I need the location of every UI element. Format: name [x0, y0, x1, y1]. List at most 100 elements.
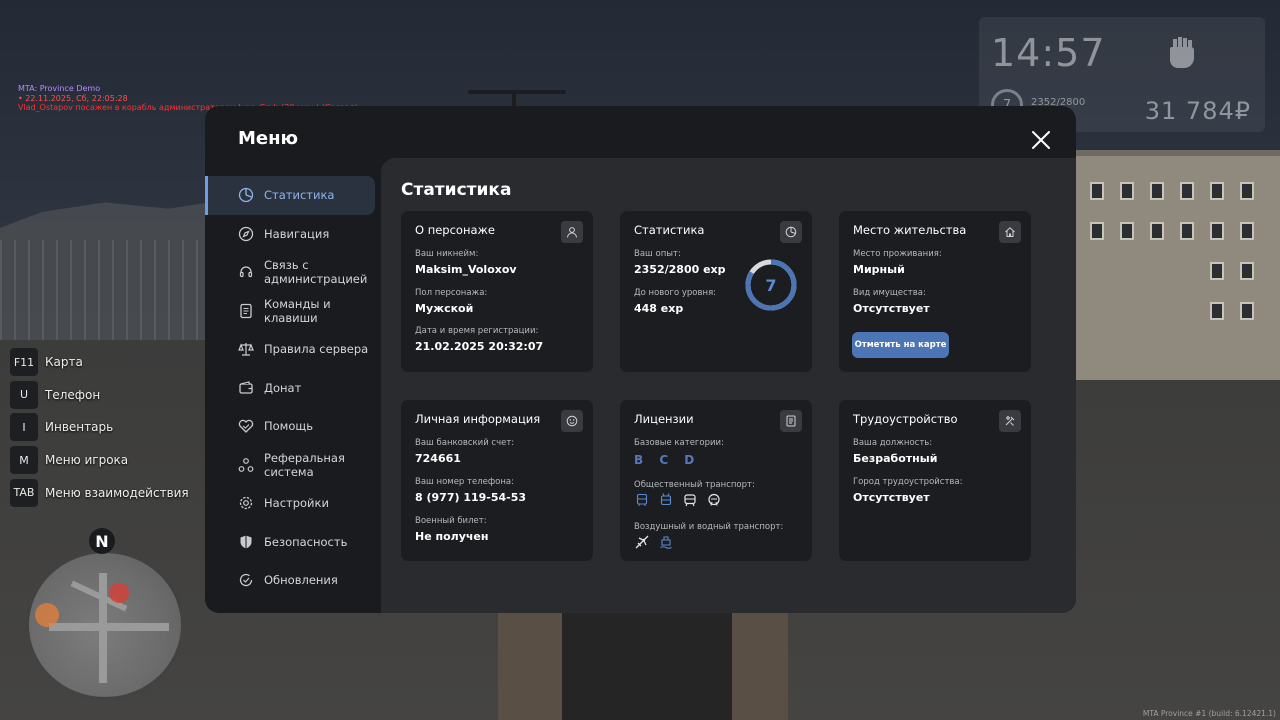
- hotkey-key: U: [10, 380, 38, 409]
- headset-icon: [237, 263, 255, 281]
- hotkey-player-menu[interactable]: M Меню игрока: [10, 444, 189, 477]
- level-progress-ring: 7: [745, 259, 797, 311]
- hotkey-inventory[interactable]: I Инвентарь: [10, 411, 189, 444]
- sidebar-item-label: Навигация: [264, 226, 330, 241]
- sidebar-item-commands[interactable]: Команды и клавиши: [205, 292, 381, 331]
- bank-account-value: 724661: [415, 452, 461, 465]
- next-level-value: 448 exp: [634, 302, 684, 315]
- property-value: Отсутствует: [853, 302, 930, 315]
- field-label: Пол персонажа:: [415, 288, 488, 298]
- phone-value: 8 (977) 119-54-53: [415, 491, 527, 504]
- sidebar-item-settings[interactable]: Настройки: [205, 484, 381, 523]
- gear-icon: [237, 494, 255, 512]
- hud-time: 14:57: [991, 31, 1106, 75]
- mark-on-map-button[interactable]: Отметить на карте: [852, 332, 949, 358]
- hotkey-interaction-menu[interactable]: TAB Меню взаимодействия: [10, 476, 189, 509]
- card-title: Лицензии: [634, 412, 694, 426]
- document-icon: [237, 302, 255, 320]
- sidebar-item-label: Донат: [264, 380, 302, 395]
- card-personal: Личная информация Ваш банковский счет: 7…: [401, 400, 593, 561]
- field-label: Общественный транспорт:: [634, 480, 755, 490]
- sidebar-item-rules[interactable]: Правила сервера: [205, 330, 381, 369]
- hotkey-label: Меню взаимодействия: [45, 485, 189, 500]
- shield-icon: [237, 533, 255, 551]
- sidebar-item-label: Правила сервера: [264, 342, 369, 357]
- minimap[interactable]: [26, 550, 184, 700]
- field-label: Дата и время регистрации:: [415, 326, 539, 336]
- card-employment: Трудоустройство Ваша должность: Безработ…: [839, 400, 1031, 561]
- hotkey-phone[interactable]: U Телефон: [10, 379, 189, 412]
- hotkey-key: I: [10, 413, 38, 442]
- build-info: MTA Province #1 (build: 6.12421.1): [1142, 709, 1276, 718]
- nickname-value: Maksim_Voloxov: [415, 263, 517, 276]
- hotkey-map[interactable]: F11 Карта: [10, 346, 189, 379]
- tools-icon: [999, 410, 1021, 432]
- wallet-icon: [237, 379, 255, 397]
- home-icon: [999, 221, 1021, 243]
- map-blip-icon: [109, 583, 129, 603]
- page-title: Статистика: [401, 180, 512, 200]
- sidebar-item-referral[interactable]: Реферальная система: [205, 446, 381, 485]
- sidebar-item-label: Команды и клавиши: [264, 296, 331, 325]
- user-icon: [561, 221, 583, 243]
- game-fence: [0, 240, 210, 340]
- sidebar-item-label: Настройки: [264, 496, 329, 511]
- menu-window: Меню Статистика Навигация Связь с админи…: [205, 106, 1076, 613]
- license-categories: B C D: [634, 453, 701, 467]
- airplane-icon: [634, 534, 650, 550]
- sidebar-item-admin-contact[interactable]: Связь с администрацией: [205, 253, 381, 292]
- card-licenses: Лицензии Базовые категории: B C D Общест…: [620, 400, 812, 561]
- field-label: Вид имущества:: [853, 288, 926, 298]
- heart-handshake-icon: [237, 417, 255, 435]
- card-title: Статистика: [634, 223, 705, 237]
- trolleybus-icon: [658, 492, 674, 508]
- map-blip-icon: [35, 603, 59, 627]
- field-label: Ваш опыт:: [634, 249, 681, 259]
- compass-icon: [237, 225, 255, 243]
- job-position-value: Безработный: [853, 452, 938, 465]
- hud-money: 31 784₽: [1144, 97, 1251, 125]
- hotkey-label: Меню игрока: [45, 453, 129, 468]
- content-panel: Статистика О персонаже Ваш никнейм: Maks…: [381, 158, 1076, 613]
- sidebar-item-updates[interactable]: Обновления: [205, 561, 381, 600]
- card-residence: Место жительства Место проживания: Мирны…: [839, 211, 1031, 372]
- sidebar: Статистика Навигация Связь с администрац…: [205, 176, 381, 600]
- scales-icon: [237, 340, 255, 358]
- field-label: Ваша должность:: [853, 438, 933, 448]
- north-indicator: N: [89, 528, 115, 554]
- gender-value: Мужской: [415, 302, 474, 315]
- face-icon: [561, 410, 583, 432]
- sidebar-item-statistics[interactable]: Статистика: [205, 176, 375, 215]
- sidebar-item-help[interactable]: Помощь: [205, 407, 381, 446]
- field-label: Город трудоустройства:: [853, 477, 963, 487]
- hotkey-key: TAB: [10, 478, 38, 507]
- sidebar-item-label: Связь с администрацией: [264, 258, 368, 287]
- player-character: [498, 612, 788, 720]
- sidebar-item-navigation[interactable]: Навигация: [205, 215, 381, 254]
- place-value: Мирный: [853, 263, 905, 276]
- hotkey-key: F11: [10, 348, 38, 377]
- sidebar-item-label: Обновления: [264, 573, 338, 588]
- public-transport-icons: [634, 492, 722, 508]
- exp-value: 2352/2800 exp: [634, 263, 726, 276]
- hotkey-list: F11 Карта U Телефон I Инвентарь M Меню и…: [10, 346, 189, 509]
- chat-line: MTA: Province Demo: [18, 84, 101, 93]
- job-city-value: Отсутствует: [853, 491, 930, 504]
- game-building: [1076, 150, 1280, 380]
- sidebar-item-label: Помощь: [264, 419, 314, 434]
- registration-value: 21.02.2025 20:32:07: [415, 340, 544, 353]
- bus-icon: [634, 492, 650, 508]
- chat-line: • 22.11.2025, Сб, 22:05:28: [18, 93, 128, 103]
- card-title: О персонаже: [415, 223, 495, 237]
- field-label: Воздушный и водный транспорт:: [634, 522, 784, 532]
- metro-icon: [706, 492, 722, 508]
- sidebar-item-label: Безопасность: [264, 534, 348, 549]
- sidebar-item-security[interactable]: Безопасность: [205, 523, 381, 562]
- street-lamp: [462, 86, 572, 106]
- license-icon: [780, 410, 802, 432]
- sidebar-item-donate[interactable]: Донат: [205, 369, 381, 408]
- card-title: Место жительства: [853, 223, 967, 237]
- field-label: Место проживания:: [853, 249, 942, 259]
- tram-icon: [682, 492, 698, 508]
- close-icon[interactable]: [1029, 128, 1053, 152]
